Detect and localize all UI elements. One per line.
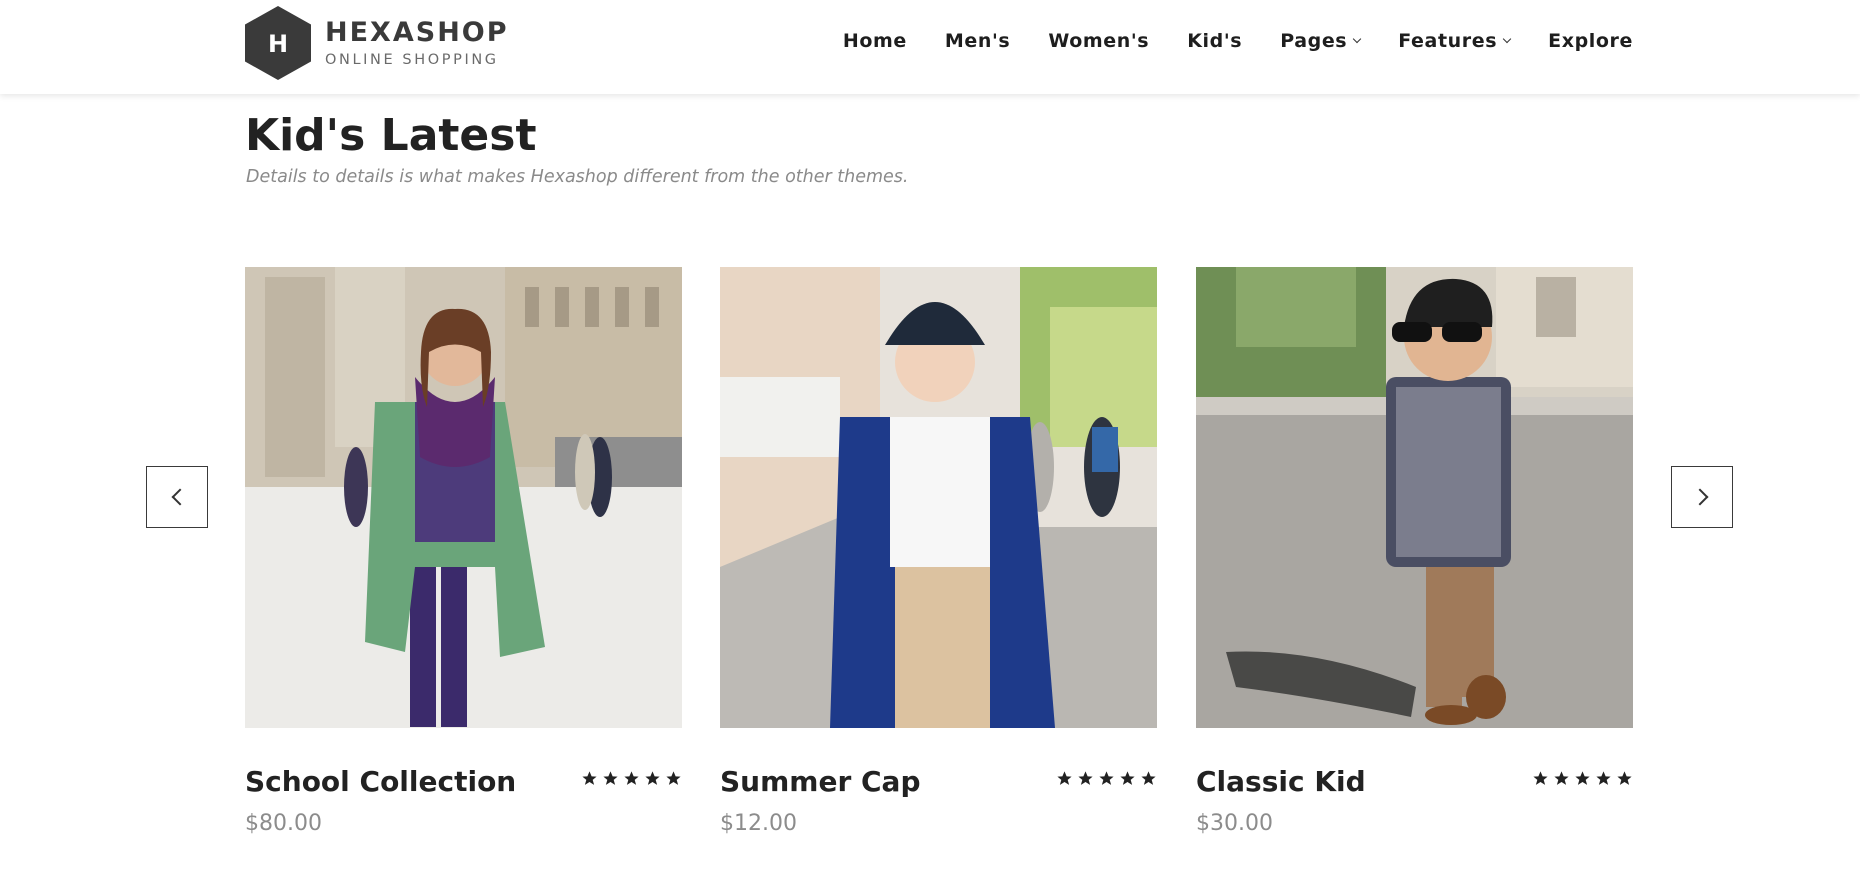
star-icon [624,771,639,785]
nav-label: Men's [944,30,1011,52]
carousel-prev-button[interactable] [146,466,208,528]
nav-explore[interactable]: Explore [1548,30,1633,52]
brand-name: HEXASHOP [325,17,509,48]
star-icon [603,771,618,785]
star-icon [666,771,681,785]
star-icon [645,771,660,785]
chevron-down-icon [1352,34,1362,44]
product-title[interactable]: School Collection [245,765,516,798]
star-icon [1554,771,1569,785]
nav-pages-dropdown[interactable]: Pages [1280,30,1362,52]
nav-label: Pages [1280,30,1348,52]
product-price: $30.00 [1196,811,1273,836]
product-title[interactable]: Classic Kid [1196,765,1366,798]
chevron-down-icon [1502,34,1512,44]
star-icon [1057,771,1072,785]
brand-tagline: ONLINE SHOPPING [325,52,499,68]
star-icon [1575,771,1590,785]
star-icon [1617,771,1632,785]
logo-letter: H [268,30,288,58]
product-price: $80.00 [245,811,322,836]
nav-label: Features [1398,30,1498,52]
product-image[interactable] [720,267,1157,728]
nav-label: Explore [1548,30,1633,52]
product-card[interactable]: Classic Kid $30.00 [1196,267,1633,836]
star-icon [1141,771,1156,785]
nav-home[interactable]: Home [843,30,907,52]
nav-features-dropdown[interactable]: Features [1398,30,1512,52]
star-icon [1533,771,1548,785]
nav-womens[interactable]: Women's [1048,30,1149,52]
star-icon [1078,771,1093,785]
nav-kids[interactable]: Kid's [1187,30,1242,52]
star-icon [1596,771,1611,785]
nav-label: Women's [1048,30,1150,52]
section-title: Kid's Latest [245,110,537,161]
rating-stars [577,770,682,787]
product-image[interactable] [1196,267,1633,728]
site-header: H HEXASHOP ONLINE SHOPPING Home Men's Wo… [0,0,1860,94]
carousel-next-button[interactable] [1671,466,1733,528]
nav-mens[interactable]: Men's [945,30,1010,52]
product-title[interactable]: Summer Cap [720,765,920,798]
star-icon [1120,771,1135,785]
product-price: $12.00 [720,811,797,836]
product-card[interactable]: School Collection $80.00 [245,267,682,836]
product-image[interactable] [245,267,682,728]
chevron-right-icon [1691,488,1708,506]
star-icon [1099,771,1114,785]
hexagon-logo-icon: H [245,6,311,80]
main-nav: Home Men's Women's Kid's Pages Features … [843,30,1633,52]
section-subtitle: Details to details is what makes Hexasho… [246,167,909,187]
product-card[interactable]: Summer Cap $12.00 [720,267,1157,836]
rating-stars [1052,770,1157,787]
logo[interactable]: H HEXASHOP ONLINE SHOPPING [245,6,509,80]
nav-label: Home [842,30,907,52]
star-icon [582,771,597,785]
nav-label: Kid's [1187,30,1243,52]
chevron-left-icon [171,488,188,506]
rating-stars [1528,770,1633,787]
